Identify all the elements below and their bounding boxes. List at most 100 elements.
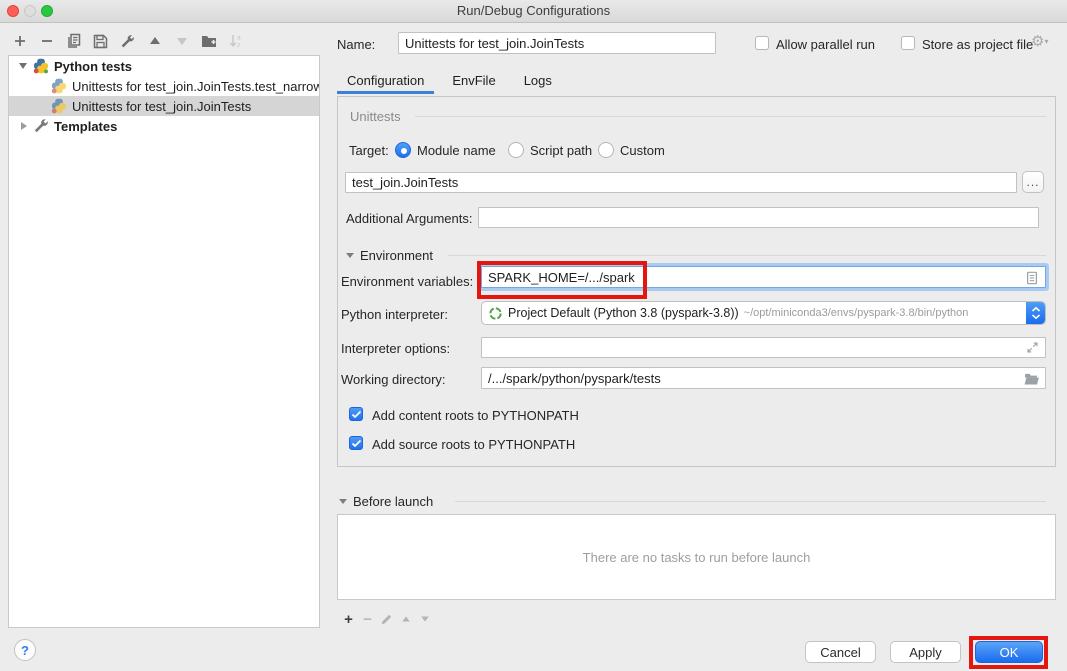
sort-configurations-button[interactable]: az bbox=[222, 31, 249, 51]
apply-button[interactable]: Apply bbox=[890, 641, 961, 663]
new-folder-icon bbox=[201, 33, 217, 49]
chevron-right-icon[interactable] bbox=[21, 122, 27, 130]
allow-parallel-run-label: Allow parallel run bbox=[776, 37, 875, 52]
add-source-roots-checkbox[interactable] bbox=[349, 436, 363, 450]
wrench-icon bbox=[33, 118, 49, 134]
tree-item-label: Python tests bbox=[54, 59, 132, 74]
move-down-icon bbox=[420, 614, 430, 624]
sort-alphabetically-icon: az bbox=[228, 33, 244, 49]
ok-button[interactable]: OK bbox=[975, 641, 1043, 663]
additional-arguments-label: Additional Arguments: bbox=[346, 211, 472, 226]
svg-text:z: z bbox=[237, 42, 240, 49]
add-source-roots-label: Add source roots to PYTHONPATH bbox=[372, 437, 575, 452]
python-interpreter-label: Python interpreter: bbox=[341, 307, 448, 322]
python-tests-icon bbox=[51, 98, 67, 114]
run-debug-configurations-dialog: Run/Debug Configurations az Python tests bbox=[0, 0, 1067, 671]
tree-item-label: Templates bbox=[54, 119, 117, 134]
check-icon bbox=[351, 410, 362, 419]
python-tests-icon bbox=[51, 78, 67, 94]
move-down-icon bbox=[176, 35, 188, 47]
configurations-toolbar: az bbox=[6, 31, 249, 51]
target-module-name-radio[interactable] bbox=[395, 142, 411, 158]
folder-icon[interactable] bbox=[1024, 373, 1039, 385]
conda-environment-icon bbox=[488, 306, 503, 321]
python-tests-icon bbox=[33, 58, 49, 74]
svg-text:a: a bbox=[237, 35, 241, 42]
target-value: test_join.JoinTests bbox=[352, 175, 458, 190]
move-up-button[interactable] bbox=[141, 31, 168, 51]
save-configuration-button[interactable] bbox=[87, 31, 114, 51]
environment-variables-input[interactable]: SPARK_HOME=/.../spark bbox=[481, 266, 1046, 288]
gear-icon[interactable]: ⚙▾ bbox=[1031, 34, 1048, 49]
chevron-down-icon[interactable] bbox=[19, 63, 27, 69]
remove-task-button[interactable]: − bbox=[358, 609, 377, 629]
python-interpreter-value: Project Default (Python 3.8 (pyspark-3.8… bbox=[508, 306, 739, 320]
tree-item-python-tests[interactable]: Python tests bbox=[9, 56, 319, 76]
tab-logs[interactable]: Logs bbox=[514, 73, 562, 94]
move-task-up-button[interactable] bbox=[396, 609, 415, 629]
additional-arguments-input[interactable] bbox=[478, 207, 1039, 228]
help-button[interactable]: ? bbox=[14, 639, 36, 661]
before-launch-task-list: There are no tasks to run before launch bbox=[337, 514, 1056, 600]
interpreter-options-label: Interpreter options: bbox=[341, 341, 450, 356]
tab-envfile[interactable]: EnvFile bbox=[442, 73, 505, 94]
allow-parallel-run-checkbox[interactable] bbox=[755, 36, 769, 50]
tree-item-label: Unittests for test_join.JoinTests bbox=[72, 99, 251, 114]
environment-variables-value: SPARK_HOME=/.../spark bbox=[488, 270, 635, 285]
expand-field-icon[interactable] bbox=[1026, 341, 1039, 354]
interpreter-options-input[interactable] bbox=[481, 337, 1046, 358]
store-as-project-file-label: Store as project file bbox=[922, 37, 1033, 52]
store-as-project-file-checkbox[interactable] bbox=[901, 36, 915, 50]
target-script-path-radio[interactable] bbox=[508, 142, 524, 158]
tab-configuration[interactable]: Configuration bbox=[337, 73, 434, 94]
working-directory-value: /.../spark/python/pyspark/tests bbox=[488, 371, 661, 386]
move-down-button[interactable] bbox=[168, 31, 195, 51]
move-up-icon bbox=[149, 35, 161, 47]
edit-templates-button[interactable] bbox=[114, 31, 141, 51]
titlebar: Run/Debug Configurations bbox=[0, 0, 1067, 23]
copy-icon bbox=[66, 33, 82, 49]
target-custom-label: Custom bbox=[620, 143, 665, 158]
target-custom-radio[interactable] bbox=[598, 142, 614, 158]
check-icon bbox=[351, 439, 362, 448]
divider bbox=[448, 255, 1046, 256]
divider bbox=[455, 501, 1046, 502]
name-value: Unittests for test_join.JoinTests bbox=[405, 36, 584, 51]
name-label: Name: bbox=[337, 37, 375, 52]
target-module-name-label: Module name bbox=[417, 143, 496, 158]
edit-variables-list-icon[interactable] bbox=[1025, 271, 1039, 285]
before-launch-toolbar: + − bbox=[339, 610, 434, 628]
chevron-down-icon bbox=[339, 499, 347, 504]
edit-pencil-icon bbox=[380, 613, 393, 626]
tree-item-label: Unittests for test_join.JoinTests.test_n… bbox=[72, 79, 319, 94]
before-launch-section-header[interactable]: Before launch bbox=[339, 494, 433, 509]
remove-configuration-button[interactable] bbox=[33, 31, 60, 51]
wrench-icon bbox=[120, 34, 135, 49]
remove-icon: − bbox=[363, 611, 372, 628]
move-task-down-button[interactable] bbox=[415, 609, 434, 629]
tree-item-unittests-test-narrow[interactable]: Unittests for test_join.JoinTests.test_n… bbox=[9, 76, 319, 96]
add-content-roots-checkbox[interactable] bbox=[349, 407, 363, 421]
unittests-group-label: Unittests bbox=[350, 109, 401, 124]
tree-item-templates[interactable]: Templates bbox=[9, 116, 319, 136]
add-configuration-button[interactable] bbox=[6, 31, 33, 51]
browse-button[interactable]: ... bbox=[1022, 171, 1044, 193]
target-input[interactable]: test_join.JoinTests bbox=[345, 172, 1017, 193]
python-interpreter-select[interactable]: Project Default (Python 3.8 (pyspark-3.8… bbox=[481, 301, 1046, 325]
configurations-tree: Python tests Unittests for test_join.Joi… bbox=[8, 55, 320, 628]
environment-section-header[interactable]: Environment bbox=[346, 248, 433, 263]
window-title: Run/Debug Configurations bbox=[0, 3, 1067, 18]
divider bbox=[415, 116, 1046, 117]
target-script-path-label: Script path bbox=[530, 143, 592, 158]
copy-configuration-button[interactable] bbox=[60, 31, 87, 51]
working-directory-label: Working directory: bbox=[341, 372, 446, 387]
edit-task-button[interactable] bbox=[377, 609, 396, 629]
name-input[interactable]: Unittests for test_join.JoinTests bbox=[398, 32, 716, 54]
tree-item-unittests-jointests-selected[interactable]: Unittests for test_join.JoinTests bbox=[9, 96, 319, 116]
new-folder-button[interactable] bbox=[195, 31, 222, 51]
cancel-button[interactable]: Cancel bbox=[805, 641, 876, 663]
working-directory-input[interactable]: /.../spark/python/pyspark/tests bbox=[481, 367, 1046, 389]
add-task-button[interactable]: + bbox=[339, 609, 358, 629]
add-icon: + bbox=[344, 611, 353, 628]
combo-arrows-icon[interactable] bbox=[1026, 302, 1045, 324]
